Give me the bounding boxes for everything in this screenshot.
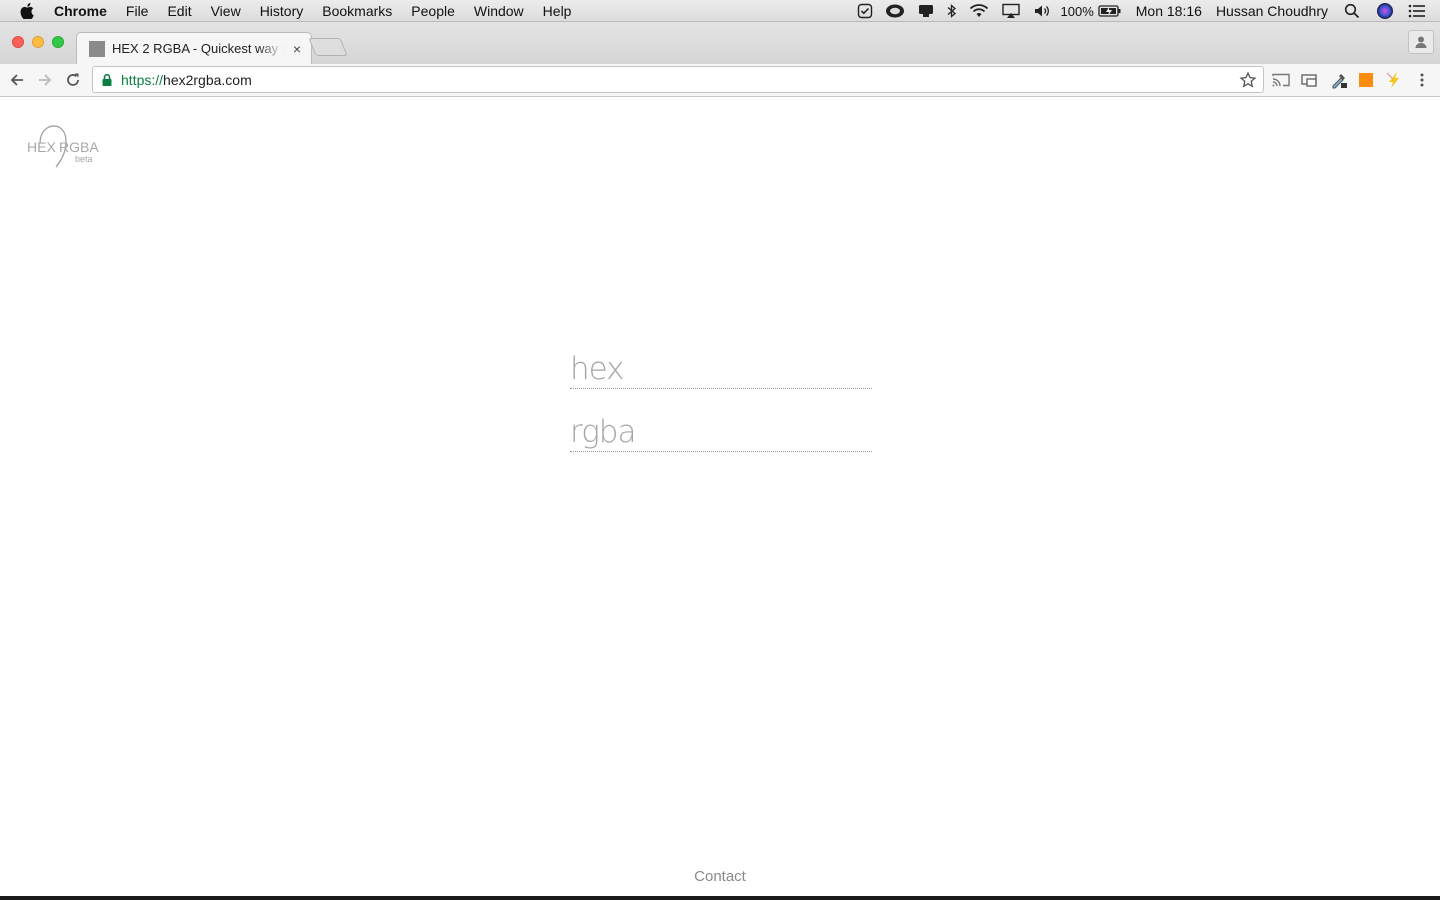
menu-window[interactable]: Window <box>474 3 524 19</box>
extension-window-icon[interactable] <box>1299 70 1319 90</box>
status-tray: 100% Mon 18:16 Hussan Choudhry <box>845 0 1426 22</box>
new-tab-button[interactable] <box>308 38 348 56</box>
extension-orange-icon[interactable] <box>1356 70 1376 90</box>
apple-menu-icon[interactable] <box>20 0 40 22</box>
menu-history[interactable]: History <box>260 3 304 19</box>
spotlight-search-icon[interactable] <box>1344 3 1360 19</box>
window-minimize-button[interactable] <box>32 36 44 48</box>
bookmark-star-icon[interactable] <box>1239 71 1257 89</box>
window-close-button[interactable] <box>12 36 24 48</box>
url-scheme: https:// <box>121 71 164 88</box>
profile-button[interactable] <box>1408 30 1434 54</box>
siri-icon[interactable] <box>1376 2 1394 20</box>
tab-title: HEX 2 RGBA - Quickest way to convert HEX… <box>112 41 284 56</box>
menu-edit[interactable]: Edit <box>167 3 191 19</box>
clock[interactable]: Mon 18:16 <box>1136 3 1202 19</box>
back-arrow-icon <box>10 74 23 86</box>
forward-button[interactable] <box>35 70 55 90</box>
menu-bookmarks[interactable]: Bookmarks <box>322 3 392 19</box>
cast-icon[interactable] <box>1271 70 1291 90</box>
hex2rgba-logo[interactable]: HEX RGBA beta <box>26 123 100 171</box>
reload-button[interactable] <box>63 70 83 90</box>
address-bar[interactable]: https://hex2rgba.com <box>92 66 1264 93</box>
menu-people[interactable]: People <box>411 3 455 19</box>
hex-field[interactable] <box>570 349 872 389</box>
url-host: hex2rgba.com <box>163 71 252 88</box>
bluetooth-icon[interactable] <box>947 3 957 19</box>
extension-eyedropper-icon[interactable] <box>1329 70 1349 90</box>
macos-menu-bar: Chrome File Edit View History Bookmarks … <box>0 0 1440 22</box>
reload-icon <box>67 73 79 86</box>
user-name[interactable]: Hussan Choudhry <box>1216 3 1328 19</box>
menu-file[interactable]: File <box>126 3 149 19</box>
address-url: https://hex2rgba.com <box>121 72 252 88</box>
logo-hex-text: HEX <box>27 139 56 155</box>
battery-percent: 100% <box>1060 3 1094 19</box>
hex-input[interactable] <box>570 349 872 388</box>
chrome-menu-icon[interactable] <box>1412 70 1432 90</box>
menu-app-name[interactable]: Chrome <box>54 3 107 19</box>
menu-help[interactable]: Help <box>543 3 572 19</box>
back-button[interactable] <box>7 70 27 90</box>
rgba-field[interactable] <box>570 412 872 452</box>
rgba-input[interactable] <box>570 412 872 451</box>
web-page: HEX RGBA beta Contact <box>0 97 1440 896</box>
menu-view[interactable]: View <box>211 3 241 19</box>
contact-link[interactable]: Contact <box>694 868 746 885</box>
checkmark-shield-icon[interactable] <box>857 3 873 19</box>
notification-icon[interactable] <box>917 3 935 19</box>
battery-icon[interactable] <box>1098 4 1122 18</box>
forward-arrow-icon <box>39 74 52 86</box>
logo-rgba-text: RGBA <box>59 139 99 155</box>
profile-person-icon <box>1415 36 1427 48</box>
airplay-icon[interactable] <box>1001 3 1021 19</box>
secure-lock-icon[interactable] <box>101 73 115 87</box>
extension-lightning-icon[interactable] <box>1383 70 1403 90</box>
tab-close-icon[interactable]: × <box>290 41 304 57</box>
notification-center-icon[interactable] <box>1408 4 1426 18</box>
volume-icon[interactable] <box>1033 3 1051 19</box>
browser-toolbar: https://hex2rgba.com <box>0 64 1440 97</box>
creative-cloud-icon[interactable] <box>885 3 905 19</box>
tab-hex2rgba[interactable]: HEX 2 RGBA - Quickest way to convert HEX… <box>76 32 312 64</box>
tab-favicon-icon <box>89 40 105 57</box>
footer: Contact <box>0 868 1440 885</box>
window-zoom-button[interactable] <box>52 36 64 48</box>
browser-tab-strip: HEX 2 RGBA - Quickest way to convert HEX… <box>0 22 1440 64</box>
wifi-icon[interactable] <box>969 3 989 19</box>
logo-beta-text: beta <box>75 154 93 164</box>
